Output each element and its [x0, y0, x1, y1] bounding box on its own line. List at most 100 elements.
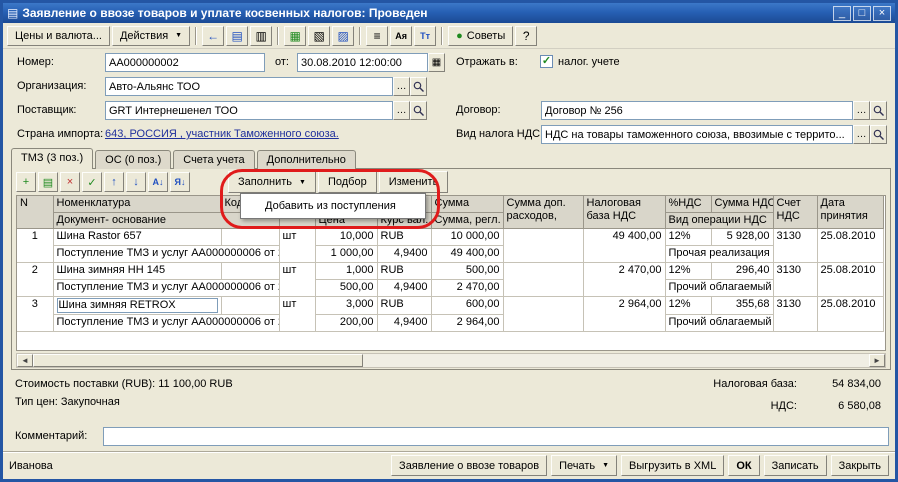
doc-cell[interactable]: Поступление ТМЗ и услуг АА000000006 от 2…: [53, 245, 279, 262]
pick-button[interactable]: Подбор: [318, 171, 377, 193]
date-input[interactable]: [297, 53, 428, 72]
prices-currency-button[interactable]: Цены и валюта...: [7, 26, 110, 46]
qty-cell[interactable]: 1,000: [315, 262, 377, 279]
doc-cell[interactable]: Поступление ТМЗ и услуг АА000000006 от 2…: [53, 279, 279, 296]
vat-op-cell[interactable]: Прочая реализация ...: [665, 245, 773, 262]
minimize-button[interactable]: _: [833, 6, 851, 21]
row-number-cell[interactable]: 1: [17, 228, 53, 262]
table-row[interactable]: 2 Шина зимняя НН 145 шт 1,000 RUB 500,00…: [17, 262, 883, 279]
delete-row-button[interactable]: ×: [60, 172, 80, 192]
structure-button[interactable]: ▨: [332, 26, 354, 46]
print-form-button[interactable]: ▧: [308, 26, 330, 46]
actions-button[interactable]: Действия▼: [112, 26, 190, 46]
goto-button[interactable]: ▤: [226, 26, 248, 46]
vat-account-cell[interactable]: 3130: [773, 228, 817, 262]
tab-os[interactable]: ОС (0 поз.): [95, 150, 171, 169]
extra-cell[interactable]: [503, 262, 583, 296]
spellcheck-button[interactable]: Ая: [390, 26, 412, 46]
vat-kind-select-button[interactable]: …: [853, 125, 870, 144]
sum-reg-cell[interactable]: 2 470,00: [431, 279, 503, 296]
rate-cell[interactable]: 4,9400: [377, 245, 431, 262]
calendar-button[interactable]: ▦: [428, 53, 445, 72]
copy-row-button[interactable]: ▤: [38, 172, 58, 192]
organization-open-button[interactable]: [410, 77, 427, 96]
nomenclature-cell[interactable]: Шина Rastor 657: [53, 228, 221, 245]
row-number-cell[interactable]: 3: [17, 296, 53, 331]
related-documents-button[interactable]: ▥: [250, 26, 272, 46]
sum-cell[interactable]: 600,00: [431, 296, 503, 314]
add-row-button[interactable]: +: [16, 172, 36, 192]
scrollbar-thumb[interactable]: [33, 354, 363, 367]
extra-cell[interactable]: [503, 228, 583, 262]
sort-ascending-button[interactable]: А↓: [148, 172, 168, 192]
rate-cell[interactable]: 4,9400: [377, 279, 431, 296]
import-country-link[interactable]: 643, РОССИЯ , участник Таможенного союза…: [105, 128, 339, 140]
table-row-sub[interactable]: Поступление ТМЗ и услуг АА000000006 от 2…: [17, 279, 883, 296]
date-cell[interactable]: 25.08.2010: [817, 262, 883, 296]
font-settings-button[interactable]: Тт: [414, 26, 436, 46]
price-cell[interactable]: 500,00: [315, 279, 377, 296]
vat-sum-cell[interactable]: 296,40: [711, 262, 773, 279]
contract-open-button[interactable]: [870, 101, 887, 120]
date-cell[interactable]: 25.08.2010: [817, 228, 883, 262]
vat-sum-cell[interactable]: 355,68: [711, 296, 773, 314]
vat-pct-cell[interactable]: 12%: [665, 296, 711, 314]
back-button[interactable]: ←: [202, 26, 224, 46]
maximize-button[interactable]: □: [853, 6, 871, 21]
vat-kind-open-button[interactable]: [870, 125, 887, 144]
date-cell[interactable]: 25.08.2010: [817, 296, 883, 331]
unit-cell[interactable]: шт: [279, 262, 315, 296]
tnved-cell[interactable]: [221, 262, 279, 279]
move-down-button[interactable]: ↓: [126, 172, 146, 192]
currency-cell[interactable]: RUB: [377, 228, 431, 245]
currency-cell[interactable]: RUB: [377, 296, 431, 314]
tax-account-checkbox[interactable]: ✓: [540, 55, 553, 68]
export-xml-button[interactable]: Выгрузить в XML: [621, 455, 724, 476]
doc-cell[interactable]: Поступление ТМЗ и услуг АА000000006 от 2…: [53, 314, 279, 331]
organization-select-button[interactable]: …: [393, 77, 410, 96]
vat-account-cell[interactable]: 3130: [773, 296, 817, 331]
tab-accounts[interactable]: Счета учета: [173, 150, 254, 169]
table-row-sub[interactable]: Поступление ТМЗ и услуг АА000000006 от 2…: [17, 314, 883, 331]
tab-additional[interactable]: Дополнительно: [257, 150, 356, 169]
sum-reg-cell[interactable]: 2 964,00: [431, 314, 503, 331]
fill-button[interactable]: Заполнить▼: [228, 171, 316, 193]
contract-input[interactable]: [541, 101, 853, 120]
vat-pct-cell[interactable]: 12%: [665, 228, 711, 245]
edit-button[interactable]: Изменить: [379, 171, 449, 193]
sum-cell[interactable]: 10 000,00: [431, 228, 503, 245]
close-button[interactable]: ×: [873, 6, 891, 21]
nomenclature-cell[interactable]: Шина зимняя RETROX: [53, 296, 221, 314]
organization-input[interactable]: [105, 77, 393, 96]
tax-base-cell[interactable]: 49 400,00: [583, 228, 665, 262]
tab-tmz[interactable]: ТМЗ (3 поз.): [11, 148, 93, 169]
help-button[interactable]: ?: [515, 26, 537, 46]
tnved-cell[interactable]: [221, 228, 279, 245]
scroll-left-button[interactable]: ◄: [17, 354, 33, 367]
supplier-open-button[interactable]: [410, 101, 427, 120]
save-button[interactable]: Записать: [764, 455, 827, 476]
tips-button[interactable]: ●Советы: [448, 26, 513, 46]
supplier-select-button[interactable]: …: [393, 101, 410, 120]
tax-base-cell[interactable]: 2 470,00: [583, 262, 665, 296]
extra-cell[interactable]: [503, 296, 583, 331]
sort-descending-button[interactable]: Я↓: [170, 172, 190, 192]
vat-account-cell[interactable]: 3130: [773, 262, 817, 296]
table-row[interactable]: 3 Шина зимняя RETROX шт 3,000 RUB 600,00…: [17, 296, 883, 314]
close-window-button[interactable]: Закрыть: [831, 455, 889, 476]
menu-item-add-from-receipt[interactable]: Добавить из поступления: [241, 194, 425, 218]
vat-op-cell[interactable]: Прочий облагаемый ...: [665, 314, 773, 331]
sum-cell[interactable]: 500,00: [431, 262, 503, 279]
horizontal-scrollbar[interactable]: ◄ ►: [16, 353, 886, 368]
tnved-cell[interactable]: [221, 296, 279, 314]
tax-base-cell[interactable]: 2 964,00: [583, 296, 665, 331]
price-cell[interactable]: 200,00: [315, 314, 377, 331]
table-row[interactable]: 1 Шина Rastor 657 шт 10,000 RUB 10 000,0…: [17, 228, 883, 245]
table-row-sub[interactable]: Поступление ТМЗ и услуг АА000000006 от 2…: [17, 245, 883, 262]
row-number-cell[interactable]: 2: [17, 262, 53, 296]
finish-edit-button[interactable]: ✓: [82, 172, 102, 192]
currency-cell[interactable]: RUB: [377, 262, 431, 279]
print-button[interactable]: Печать▼: [551, 455, 617, 476]
qty-cell[interactable]: 10,000: [315, 228, 377, 245]
contract-select-button[interactable]: …: [853, 101, 870, 120]
